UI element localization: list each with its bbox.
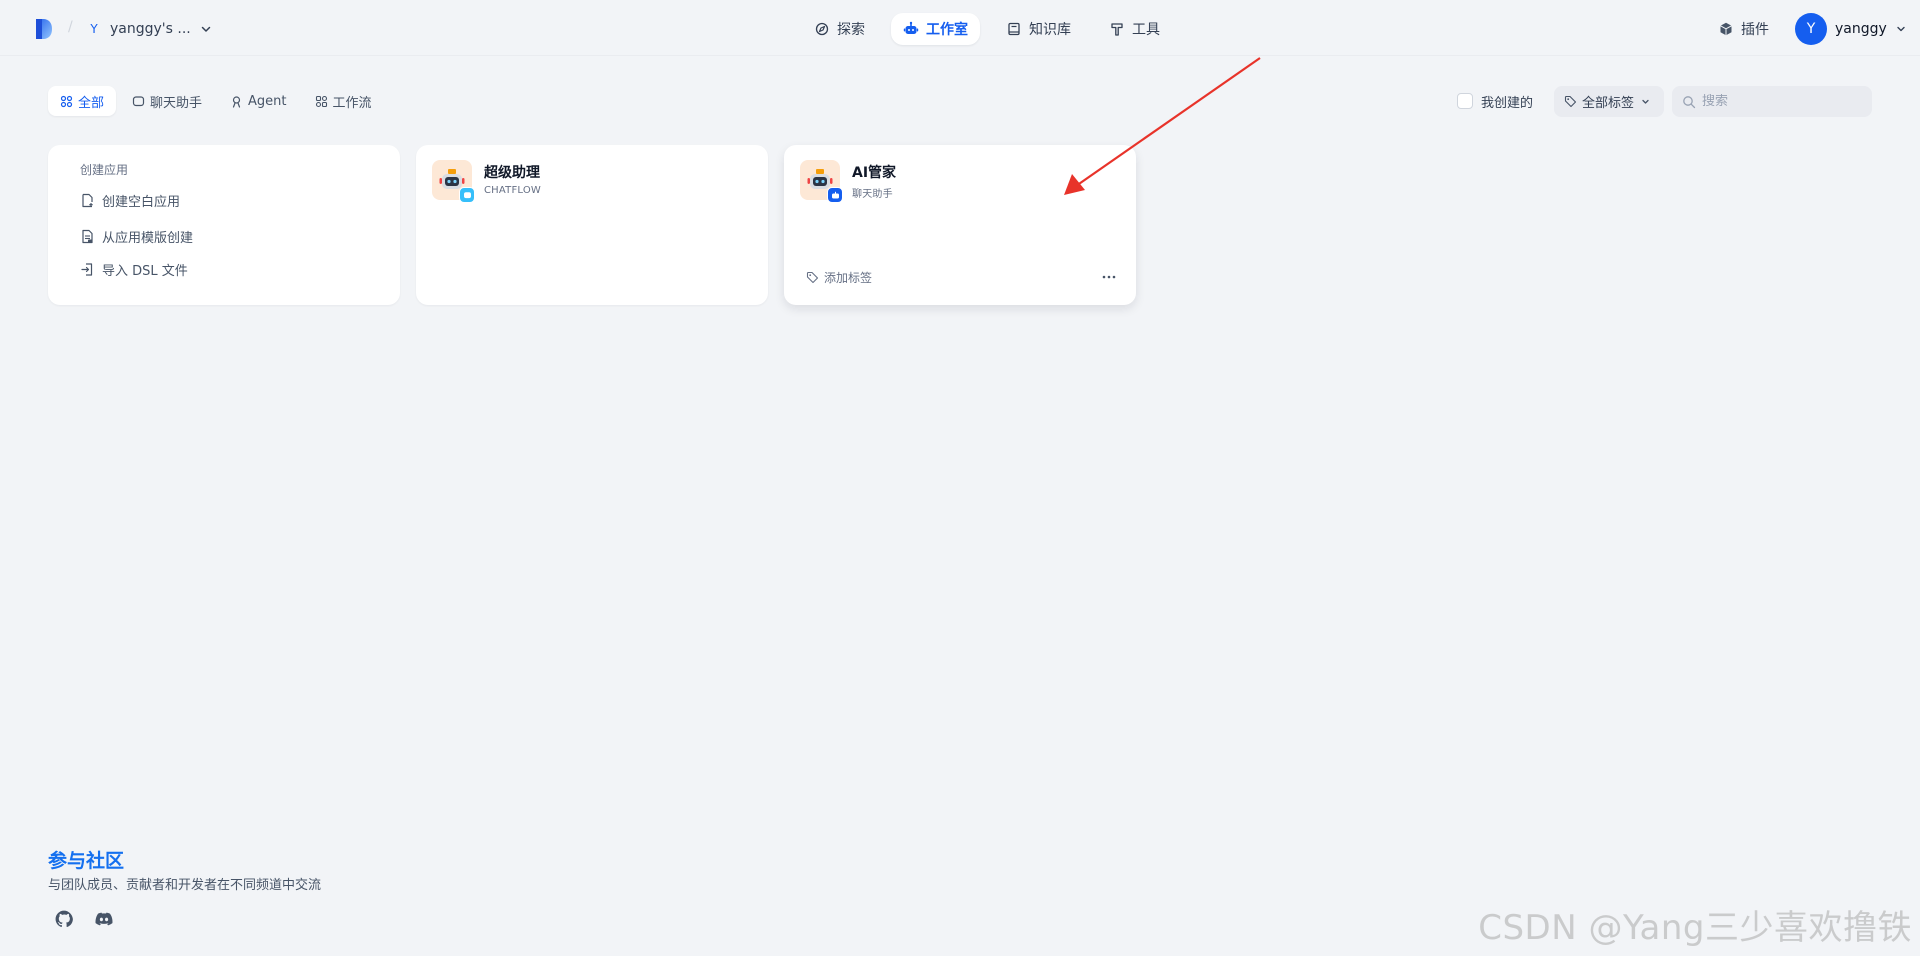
grid-icon <box>60 95 73 107</box>
search-icon <box>1683 95 1696 108</box>
breadcrumb-separator: / <box>68 19 73 35</box>
import-icon <box>81 262 93 276</box>
community-description: 与团队成员、贡献者和开发者在不同频道中交流 <box>48 878 322 893</box>
create-from-template-button[interactable]: 从应用模版创建 <box>80 222 400 250</box>
workflow-icon <box>315 95 327 107</box>
add-tag-label: 添加标签 <box>824 270 873 285</box>
tab-chat-assistant[interactable]: 聊天助手 <box>120 86 214 116</box>
file-plus-icon <box>82 193 93 207</box>
created-by-me-label: 我创建的 <box>1481 95 1534 111</box>
import-dsl-button[interactable]: 导入 DSL 文件 <box>80 255 400 283</box>
app-name: AI管家 <box>852 165 897 181</box>
workspace-switcher[interactable]: Y yanggy's ... <box>86 14 213 44</box>
chevron-down-icon <box>1642 99 1649 104</box>
nav-tools[interactable]: 工具 <box>1097 13 1172 45</box>
nav-tools-label: 工具 <box>1132 22 1160 38</box>
tags-filter-label: 全部标签 <box>1582 96 1635 111</box>
github-icon <box>55 910 73 928</box>
discord-link[interactable] <box>92 907 116 931</box>
import-dsl-label: 导入 DSL 文件 <box>102 263 188 279</box>
tab-workflow[interactable]: 工作流 <box>303 86 384 116</box>
nav-knowledge[interactable]: 知识库 <box>994 13 1083 45</box>
robot-icon <box>831 191 839 198</box>
chat-bubble-icon <box>132 95 145 106</box>
workspace-avatar: Y <box>90 22 98 36</box>
logo-icon[interactable] <box>34 18 54 40</box>
plugin-label: 插件 <box>1741 22 1769 38</box>
compass-icon <box>815 22 829 36</box>
watermark: CSDN @Yang三少喜欢撸铁 <box>1478 908 1912 948</box>
community-title: 参与社区 <box>48 850 125 872</box>
nav-studio-label: 工作室 <box>926 22 968 38</box>
hammer-icon <box>1111 23 1123 36</box>
app-type-badge <box>827 187 843 203</box>
app-name: 超级助理 <box>484 165 540 181</box>
created-by-me-filter[interactable]: 我创建的 <box>1457 91 1533 111</box>
tab-chat-assistant-label: 聊天助手 <box>150 95 203 111</box>
app-info: AI管家 聊天助手 <box>852 160 896 200</box>
discord-icon <box>95 912 113 926</box>
chevron-down-icon <box>201 26 210 32</box>
search-box[interactable] <box>1672 86 1872 117</box>
book-icon <box>1008 22 1020 36</box>
nav-knowledge-label: 知识库 <box>1029 22 1071 38</box>
app-type: 聊天助手 <box>852 189 893 200</box>
app-info: 超级助理 CHATFLOW <box>484 160 541 196</box>
create-app-title: 创建应用 <box>80 163 129 177</box>
tab-workflow-label: 工作流 <box>332 95 372 111</box>
main-nav: 探索 工作室 知识库 工具 <box>802 13 1172 45</box>
search-input[interactable] <box>1702 94 1862 109</box>
cube-icon <box>1720 22 1732 36</box>
add-tag-button[interactable]: 添加标签 <box>806 269 872 286</box>
app-card-footer: 添加标签 <box>806 267 1120 287</box>
file-template-icon <box>82 229 93 243</box>
tab-agent[interactable]: Agent <box>218 86 298 116</box>
nav-studio[interactable]: 工作室 <box>891 13 980 45</box>
app-type: CHATFLOW <box>484 185 542 196</box>
top-header: / Y yanggy's ... 探索 工作室 知识库 工具 插件 Y yang… <box>0 0 1920 56</box>
user-menu[interactable]: Y yanggy <box>1795 13 1907 45</box>
app-card[interactable]: 超级助理 CHATFLOW <box>416 145 768 305</box>
app-type-tabs: 全部 聊天助手 Agent 工作流 <box>48 86 384 116</box>
nav-explore[interactable]: 探索 <box>802 13 877 45</box>
avatar: Y <box>1795 13 1827 45</box>
tab-all[interactable]: 全部 <box>48 86 117 116</box>
app-type-badge <box>459 187 475 203</box>
create-blank-app-label: 创建空白应用 <box>102 194 181 210</box>
app-avatar <box>432 160 475 203</box>
chevron-down-icon <box>1897 26 1905 32</box>
app-avatar <box>800 160 843 203</box>
app-card-header: 超级助理 CHATFLOW <box>432 160 752 203</box>
tab-all-label: 全部 <box>78 95 105 111</box>
chat-bubble-icon <box>463 191 471 198</box>
nav-explore-label: 探索 <box>837 22 865 38</box>
more-options-button[interactable] <box>1098 267 1120 287</box>
github-link[interactable] <box>52 907 76 931</box>
create-blank-app-button[interactable]: 创建空白应用 <box>80 186 400 214</box>
tag-icon <box>806 271 819 283</box>
tags-filter-dropdown[interactable]: 全部标签 <box>1554 86 1664 117</box>
create-from-template-label: 从应用模版创建 <box>102 230 194 246</box>
tag-icon <box>1564 95 1577 108</box>
annotation-arrow-icon <box>1064 57 1261 195</box>
workspace-name: yanggy's ... <box>110 21 191 37</box>
user-name: yanggy <box>1835 21 1887 37</box>
agent-icon <box>232 95 241 108</box>
tab-agent-label: Agent <box>248 93 287 109</box>
more-icon <box>1102 275 1116 279</box>
plugin-button[interactable]: 插件 <box>1718 16 1769 42</box>
create-app-card: 创建应用 创建空白应用 从应用模版创建 导入 DSL 文件 <box>48 145 400 305</box>
created-by-me-checkbox[interactable] <box>1457 93 1473 109</box>
robot-icon <box>903 21 919 34</box>
